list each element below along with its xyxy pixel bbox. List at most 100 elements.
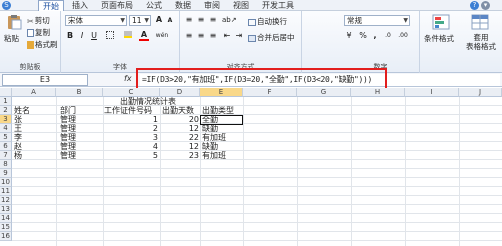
font-name-select[interactable]: 宋体 ▼ <box>65 15 127 26</box>
cell-department[interactable]: 管理 <box>60 115 76 124</box>
increase-indent-button[interactable]: ⇥ <box>234 31 244 41</box>
header-department[interactable]: 部门 <box>60 106 76 115</box>
row-header-16[interactable]: 16 <box>0 232 12 241</box>
column-header-c[interactable]: C <box>103 88 160 97</box>
bold-button[interactable]: B <box>65 31 75 41</box>
italic-button[interactable]: I <box>77 31 87 41</box>
tab-insert[interactable]: 插入 <box>68 0 92 11</box>
row-header-14[interactable]: 14 <box>0 214 12 223</box>
cell-department[interactable]: 管理 <box>60 151 76 160</box>
cell-name[interactable]: 李 <box>14 133 22 142</box>
cell-attendance-days[interactable]: 22 <box>160 133 199 142</box>
grow-font-button[interactable]: A <box>154 15 164 25</box>
orientation-button[interactable]: ab↗ <box>222 15 237 25</box>
underline-button[interactable]: U <box>89 31 99 41</box>
column-header-e[interactable]: E <box>200 88 243 97</box>
cell-name[interactable]: 杨 <box>14 151 22 160</box>
row-header-12[interactable]: 12 <box>0 196 12 205</box>
cut-button[interactable]: ✂剪切 <box>27 15 50 26</box>
conditional-formatting-button[interactable] <box>425 14 457 32</box>
row-header-3[interactable]: 3 <box>0 115 12 124</box>
header-attendance-days[interactable]: 出勤天数 <box>162 106 194 115</box>
cell-department[interactable]: 管理 <box>60 124 76 133</box>
decrease-indent-button[interactable]: ⇤ <box>222 31 232 41</box>
header-id-number[interactable]: 工作证件号码 <box>104 106 152 115</box>
minimize-ribbon-icon[interactable]: ▾ <box>481 1 490 10</box>
cell-attendance-type[interactable]: 缺勤 <box>202 142 218 151</box>
row-header-4[interactable]: 4 <box>0 124 12 133</box>
cell-id-number[interactable]: 5 <box>103 151 158 160</box>
help-icon[interactable]: ? <box>470 1 479 10</box>
cell-id-number[interactable]: 1 <box>103 115 158 124</box>
format-as-table-button[interactable] <box>464 14 496 32</box>
borders-button[interactable] <box>105 31 115 41</box>
align-top-button[interactable]: ≡ <box>184 15 194 25</box>
currency-button[interactable]: ¥ <box>344 31 354 41</box>
select-all-corner[interactable] <box>0 88 12 97</box>
tab-home[interactable]: 开始 <box>38 0 64 11</box>
format-painter-button[interactable]: 格式刷 <box>27 39 58 50</box>
cell-attendance-days[interactable]: 20 <box>160 115 199 124</box>
tab-developer[interactable]: 开发工具 <box>258 0 298 11</box>
column-header-b[interactable]: B <box>56 88 103 97</box>
column-header-d[interactable]: D <box>160 88 200 97</box>
row-header-2[interactable]: 2 <box>0 106 12 115</box>
tab-view[interactable]: 视图 <box>229 0 253 11</box>
cell-department[interactable]: 管理 <box>60 133 76 142</box>
cell-name[interactable]: 张 <box>14 115 22 124</box>
cell-id-number[interactable]: 4 <box>103 142 158 151</box>
font-size-select[interactable]: 11 ▼ <box>129 15 151 26</box>
align-left-button[interactable]: ≡ <box>184 31 194 41</box>
name-box[interactable]: E3 <box>2 74 88 86</box>
insert-function-button[interactable]: fx <box>124 74 132 83</box>
align-middle-button[interactable]: ≡ <box>196 15 206 25</box>
tab-formulas[interactable]: 公式 <box>142 0 166 11</box>
header-name[interactable]: 姓名 <box>14 106 30 115</box>
cell-id-number[interactable]: 3 <box>103 133 158 142</box>
cell-attendance-days[interactable]: 12 <box>160 142 199 151</box>
app-logo-icon[interactable]: S <box>2 1 11 10</box>
cell-attendance-type[interactable]: 有加班 <box>202 151 226 160</box>
fill-color-button[interactable] <box>123 31 133 41</box>
column-header-j[interactable]: J <box>459 88 502 97</box>
row-header-8[interactable]: 8 <box>0 160 12 169</box>
column-header-f[interactable]: F <box>243 88 297 97</box>
align-bottom-button[interactable]: ≡ <box>208 15 218 25</box>
column-header-i[interactable]: I <box>405 88 459 97</box>
cell-id-number[interactable]: 2 <box>103 124 158 133</box>
cell-attendance-type[interactable]: 缺勤 <box>202 124 218 133</box>
align-right-button[interactable]: ≡ <box>208 31 218 41</box>
tab-data[interactable]: 数据 <box>171 0 195 11</box>
cell-name[interactable]: 王 <box>14 124 22 133</box>
cell-name[interactable]: 赵 <box>14 142 22 151</box>
column-header-h[interactable]: H <box>351 88 405 97</box>
merge-center-button[interactable]: 合并后居中 <box>248 32 295 43</box>
decrease-decimal-button[interactable]: .00 <box>396 31 410 41</box>
table-title[interactable]: 出勤情况统计表 <box>120 97 176 106</box>
comma-style-button[interactable]: , <box>370 31 380 41</box>
row-header-9[interactable]: 9 <box>0 169 12 178</box>
tab-page-layout[interactable]: 页面布局 <box>97 0 137 11</box>
tab-review[interactable]: 审阅 <box>200 0 224 11</box>
cell-attendance-days[interactable]: 12 <box>160 124 199 133</box>
increase-decimal-button[interactable]: .0 <box>382 31 394 41</box>
cell-department[interactable]: 管理 <box>60 142 76 151</box>
cell-attendance-days[interactable]: 23 <box>160 151 199 160</box>
cell-attendance-type[interactable]: 有加班 <box>202 133 226 142</box>
row-header-1[interactable]: 1 <box>0 97 12 106</box>
row-header-6[interactable]: 6 <box>0 142 12 151</box>
row-header-11[interactable]: 11 <box>0 187 12 196</box>
row-header-5[interactable]: 5 <box>0 133 12 142</box>
wrap-text-button[interactable]: 自动换行 <box>248 16 287 27</box>
column-header-g[interactable]: G <box>297 88 351 97</box>
copy-button[interactable]: 复制 <box>27 27 50 38</box>
shrink-font-button[interactable]: A <box>165 16 175 26</box>
row-header-13[interactable]: 13 <box>0 205 12 214</box>
header-attendance-type[interactable]: 出勤类型 <box>202 106 234 115</box>
align-center-button[interactable]: ≡ <box>196 31 206 41</box>
percent-button[interactable]: % <box>358 31 368 41</box>
row-header-15[interactable]: 15 <box>0 223 12 232</box>
row-header-10[interactable]: 10 <box>0 178 12 187</box>
active-cell-e3[interactable] <box>200 115 243 125</box>
font-color-button[interactable]: A <box>139 30 149 41</box>
